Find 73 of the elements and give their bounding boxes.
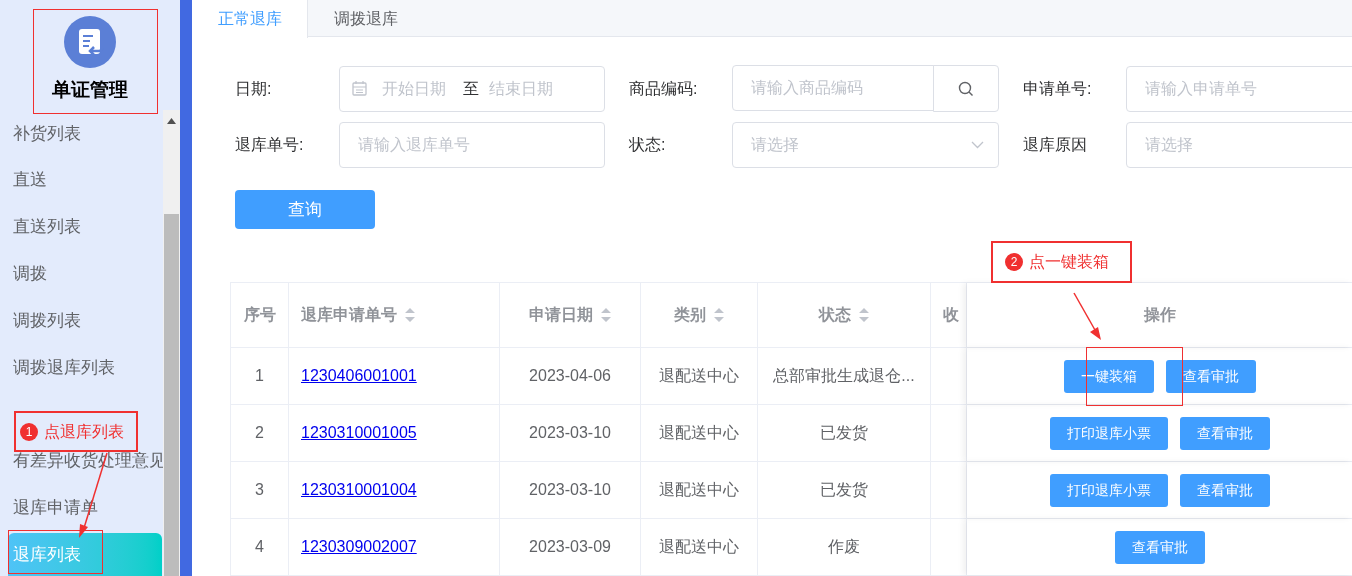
field-label: 状态: [629,135,666,155]
annotation-text: 点一键装箱 [1029,252,1109,272]
field-label: 日期: [235,78,272,99]
action-button[interactable]: 查看审批 [1114,530,1205,564]
table-cell-text: 退配送中心 [659,423,739,443]
sidebar-item[interactable]: 调拨列表 [0,297,163,344]
arrow [1073,292,1101,340]
action-button[interactable]: 查看审批 [1165,359,1256,393]
search-button[interactable] [933,65,999,112]
column-header: 申请日期 [529,305,593,325]
document-icon [64,16,116,68]
table-cell-text: 退配送中心 [659,480,739,500]
chevron-down-icon [971,141,984,149]
scroll-up-icon [167,118,176,124]
sidebar-item[interactable]: 调拨 [0,250,163,298]
action-button[interactable]: 查看审批 [1179,416,1270,450]
sort-icon[interactable] [601,308,611,322]
column-header: 序号 [243,305,276,325]
table-cell-text: 1 [255,366,264,386]
table-cell-text: 4 [255,537,264,557]
input-field[interactable]: 请输入退库单号 [339,122,605,168]
calendar-icon [352,81,367,96]
table-cell-text: 2023-03-10 [529,423,611,443]
order-link[interactable]: 1230310001005 [301,421,417,445]
scrollbar-thumb[interactable] [164,214,179,576]
sidebar-title: 单证管理 [52,78,128,102]
number-badge: 2 [1005,253,1023,271]
table-cell-text: 2023-03-09 [529,537,611,557]
table-cell-text: 2 [255,423,264,443]
query-button[interactable]: 查询 [235,190,375,229]
table-cell-text: 2023-04-06 [529,366,611,386]
column-header: 退库申请单号 [301,305,397,325]
range-separator: 至 [463,78,479,99]
action-button[interactable]: 打印退库小票 [1049,473,1168,507]
start-date-placeholder: 开始日期 [382,78,446,99]
action-button[interactable]: 查看审批 [1179,473,1270,507]
order-link[interactable]: 1230310001004 [301,478,417,502]
column-header: 类别 [674,305,706,325]
sidebar-item[interactable]: 直送 [0,156,163,204]
end-date-placeholder: 结束日期 [489,78,553,99]
table-cell-text: 已发货 [820,480,868,500]
annotation-text: 点退库列表 [44,421,124,442]
date-range-field[interactable]: 开始日期 至 结束日期 [339,65,605,112]
column-header: 收 [943,305,959,325]
sidebar-item[interactable]: 调拨退库列表 [0,344,163,391]
field-label: 退库单号: [235,135,304,155]
input-field[interactable]: 请输入申请单号 [1126,65,1352,112]
column-header: 状态 [819,305,851,325]
tab[interactable]: 正常退库 [192,0,308,38]
table-cell-text: 作废 [828,537,860,557]
field-label: 退库原因 [1023,135,1087,155]
table-cell-text: 2023-03-10 [529,480,611,500]
table-cell-text: 总部审批生成退仓... [773,366,915,386]
input-field[interactable]: 请输入商品编码 [732,65,934,111]
order-link[interactable]: 1230406001001 [301,364,417,388]
table-cell-text: 3 [255,480,264,500]
action-button[interactable]: 打印退库小票 [1049,416,1168,450]
sort-icon[interactable] [859,308,869,322]
table-cell-text: 退配送中心 [659,537,739,557]
sort-icon[interactable] [714,308,724,322]
column-header: 操作 [1143,305,1176,325]
order-link[interactable]: 1230309002007 [301,535,417,559]
table-cell-text: 已发货 [820,423,868,443]
number-badge: 1 [20,422,38,441]
sidebar-item[interactable]: 直送列表 [0,203,163,251]
tab[interactable]: 调拨退库 [308,0,424,37]
sort-icon[interactable] [405,308,415,322]
field-label: 申请单号: [1023,78,1092,99]
search-icon [958,80,974,97]
table-cell-text: 退配送中心 [659,366,739,386]
field-label: 商品编码: [629,78,698,99]
input-field[interactable]: 请选择 [1126,122,1352,168]
sidebar-item[interactable]: 补货列表 [0,110,163,157]
